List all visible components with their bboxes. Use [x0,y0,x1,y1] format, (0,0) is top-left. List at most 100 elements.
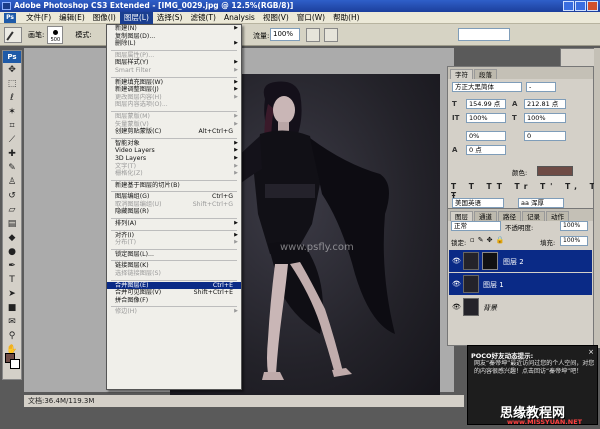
maximize-icon[interactable] [575,1,586,11]
lasso-tool-icon[interactable]: ℓ [3,91,21,105]
menu-item[interactable]: 图层编组(G) Ctrl+G [107,193,241,201]
tablet-pressure-icon[interactable] [324,28,338,42]
menu-view[interactable]: 视图(V) [259,12,293,24]
popup-body[interactable]: 网友“秦帝坤”最近访问过您的个人空间，对您的内容很感兴趣！点击回访“秦帝坤”吧！ [474,360,596,376]
workspace-selector[interactable] [458,28,510,41]
layer-mask-thumbnail[interactable] [482,252,498,270]
flow-input[interactable]: 100% [270,28,300,41]
blur-tool-icon[interactable]: ◆ [3,231,21,245]
horizontal-scale-input[interactable]: 100% [524,113,566,123]
visibility-eye-icon[interactable]: 👁 [452,280,461,288]
menu-item[interactable]: 拼合图像(F) [107,297,241,305]
tab-paths[interactable]: 路径 [498,211,521,221]
menu-item[interactable]: 删除(L) ▶ [107,40,241,48]
eraser-tool-icon[interactable]: ▱ [3,203,21,217]
font-style-select[interactable]: - [526,82,556,92]
type-tool-icon[interactable]: T [3,273,21,287]
history-brush-icon[interactable]: ↺ [3,189,21,203]
layer-row[interactable]: 👁 图层 2 [449,250,592,272]
language-select[interactable]: 美国英语 [452,198,504,208]
magic-wand-icon[interactable]: ✶ [3,105,21,119]
tab-paragraph[interactable]: 段落 [474,69,497,79]
menu-item-shortcut: Ctrl+G [212,193,233,201]
shape-tool-icon[interactable]: ■ [3,301,21,315]
menu-item: 选择链接图层(S) [107,270,241,278]
layer-name[interactable]: 图层 1 [483,280,504,290]
menu-help[interactable]: 帮助(H) [329,12,364,24]
menu-edit[interactable]: 编辑(E) [55,12,89,24]
move-tool-icon[interactable]: ✥ [3,63,21,77]
submenu-arrow-icon: ▶ [234,66,238,73]
menu-item[interactable]: 隐藏图层(R) [107,208,241,216]
fill-input[interactable]: 100% [560,236,588,246]
popup-title: POCO好友动态提示: [471,352,534,360]
menu-item-label: 排列(A) [115,220,137,228]
layer-thumbnail [463,252,479,270]
menu-item[interactable]: 链接图层(K) [107,262,241,270]
text-color-swatch[interactable] [537,166,573,176]
tool-preset-picker[interactable] [4,26,22,43]
dodge-tool-icon[interactable]: ● [3,245,21,259]
menu-item[interactable]: 创建剪贴蒙版(C) Alt+Ctrl+G [107,128,241,136]
brush-tool-icon[interactable]: ✎ [3,161,21,175]
menu-filter[interactable]: 滤镜(T) [187,12,220,24]
tab-layers[interactable]: 图层 [450,211,473,221]
menu-item-label: 修边(H) [115,308,137,316]
healing-brush-icon[interactable]: ✚ [3,147,21,161]
minimize-icon[interactable] [563,1,574,11]
background-color-swatch[interactable] [10,359,20,369]
font-size-input[interactable]: 154.99 点 [466,99,506,109]
layer-name[interactable]: 背景 [483,303,497,313]
lock-icons[interactable]: ▫✎✥🔒 [470,236,507,244]
menu-layer[interactable]: 图层(L) [119,11,153,24]
layer-row[interactable]: 👁 图层 1 [449,273,592,295]
blend-mode-select[interactable]: 正常 [451,221,501,231]
menu-item[interactable]: 新建调整图层(J) ▶ [107,86,241,94]
pen-tool-icon[interactable]: ✒ [3,259,21,273]
menu-select[interactable]: 选择(S) [153,12,187,24]
marquee-tool-icon[interactable]: ⬚ [3,77,21,91]
path-select-icon[interactable]: ➤ [3,287,21,301]
menu-file[interactable]: 文件(F) [22,12,55,24]
menu-window[interactable]: 窗口(W) [293,12,329,24]
menu-item[interactable]: 智能对象 ▶ [107,140,241,148]
menu-item[interactable]: 排列(A) ▶ [107,220,241,228]
visibility-eye-icon[interactable]: 👁 [452,303,461,311]
menu-item-label: 删除(L) [115,40,136,48]
opacity-input[interactable]: 100% [560,221,588,231]
tab-character[interactable]: 字符 [450,69,473,79]
clone-stamp-icon[interactable]: ♙ [3,175,21,189]
font-family-select[interactable]: 方正大黑简体 [452,82,522,92]
brush-picker[interactable]: 500 [47,25,64,44]
leading-input[interactable]: 212.81 点 [524,99,566,109]
notes-tool-icon[interactable]: ✉ [3,315,21,329]
menu-item[interactable]: 合并可见图层(V) Shift+Ctrl+E [107,289,241,297]
menu-item[interactable]: 新建(N) ▶ [107,25,241,33]
menu-analysis[interactable]: Analysis [220,12,259,24]
kerning-input[interactable]: 0 [524,131,566,141]
layer-name[interactable]: 图层 2 [503,257,524,267]
menu-item[interactable]: Video Layers ▶ [107,147,241,155]
menu-item[interactable]: 锁定图层(L)... [107,251,241,259]
close-icon[interactable]: × [588,348,594,356]
airbrush-icon[interactable] [306,28,320,42]
gradient-tool-icon[interactable]: ▤ [3,217,21,231]
slice-tool-icon[interactable]: ⟋ [3,133,21,147]
menu-image[interactable]: 图像(I) [89,12,120,24]
layer-row[interactable]: 👁 背景 [449,296,592,318]
menu-item[interactable]: 图层样式(Y) ▶ [107,59,241,67]
tab-history[interactable]: 记录 [522,211,545,221]
menu-item[interactable]: 3D Layers ▶ [107,155,241,163]
tab-channels[interactable]: 通道 [474,211,497,221]
tracking-input[interactable]: 0% [466,131,506,141]
antialias-select[interactable]: aa 浑厚 [518,198,564,208]
close-icon[interactable] [587,1,598,11]
crop-tool-icon[interactable]: ⌗ [3,119,21,133]
eyedropper-icon[interactable]: ⚲ [3,329,21,343]
vertical-scale-input[interactable]: 100% [466,113,506,123]
baseline-input[interactable]: 0 点 [466,145,506,155]
menu-item[interactable]: 新建基于图层的切片(B) [107,182,241,190]
tab-actions[interactable]: 动作 [546,211,569,221]
visibility-eye-icon[interactable]: 👁 [452,257,461,265]
panel-scrollbar[interactable] [594,48,600,348]
